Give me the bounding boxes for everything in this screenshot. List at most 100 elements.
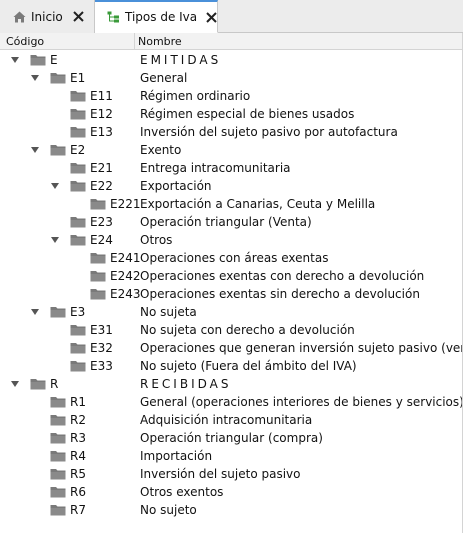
folder-icon — [70, 162, 86, 174]
row-name: Exportación — [140, 179, 212, 193]
column-header-code[interactable]: Código — [6, 35, 44, 48]
row-code: E — [50, 53, 58, 67]
tree-row[interactable]: E2 Exento — [0, 141, 463, 159]
tree-row[interactable]: E32 Operaciones que generan inversión suj… — [0, 339, 463, 357]
tree-row[interactable]: E11 Régimen ordinario — [0, 87, 463, 105]
tree-row[interactable]: E22 Exportación — [0, 177, 463, 195]
tree-row[interactable]: E12 Régimen especial de bienes usados — [0, 105, 463, 123]
folder-icon — [50, 432, 66, 444]
tree-row[interactable]: E23 Operación triangular (Venta) — [0, 213, 463, 231]
folder-icon — [90, 270, 106, 282]
tab-tipos-de-iva-label: Tipos de Iva — [125, 10, 198, 24]
row-name: Adquisición intracomunitaria — [140, 413, 313, 427]
folder-icon — [70, 108, 86, 120]
row-code: R4 — [70, 449, 86, 463]
tree-row[interactable]: R3 Operación triangular (compra) — [0, 429, 463, 447]
row-name: Operaciones exentas con derecho a devolu… — [140, 269, 425, 283]
row-name: Entrega intracomunitaria — [140, 161, 291, 175]
folder-icon — [50, 72, 66, 84]
tree-row[interactable]: E1 General — [0, 69, 463, 87]
row-code: E241 — [110, 251, 141, 265]
folder-icon — [50, 396, 66, 408]
tree-row[interactable]: R6 Otros exentos — [0, 483, 463, 501]
tree-row[interactable]: E241 Operaciones con áreas exentas — [0, 249, 463, 267]
tab-tipos-de-iva[interactable]: Tipos de Iva — [95, 0, 218, 33]
row-name: No sujeto — [140, 503, 197, 517]
row-name: Operaciones con áreas exentas — [140, 251, 329, 265]
row-code: E32 — [90, 341, 113, 355]
tree-row[interactable]: E24 Otros — [0, 231, 463, 249]
folder-icon — [90, 198, 106, 210]
home-icon — [12, 10, 26, 24]
row-name: Operación triangular (Venta) — [140, 215, 312, 229]
tree-row[interactable]: R4 Importación — [0, 447, 463, 465]
tab-inicio[interactable]: Inicio — [0, 0, 95, 33]
row-code: E2 — [70, 143, 86, 157]
row-code: E11 — [90, 89, 113, 103]
tree-row[interactable]: E242 Operaciones exentas con derecho a de… — [0, 267, 463, 285]
expand-arrow-icon[interactable] — [30, 308, 40, 316]
row-name: Operaciones que generan inversión sujeto… — [140, 341, 463, 355]
expand-arrow-icon[interactable] — [10, 56, 20, 64]
row-code: E22 — [90, 179, 113, 193]
row-name: RECIBIDAS — [140, 377, 232, 391]
tree-row[interactable]: E3 No sujeta — [0, 303, 463, 321]
row-name: No sujeta con derecho a devolución — [140, 323, 355, 337]
tree-row[interactable]: E13 Inversión del sujeto pasivo por autof… — [0, 123, 463, 141]
folder-icon — [70, 126, 86, 138]
folder-icon — [70, 180, 86, 192]
folder-icon — [50, 144, 66, 156]
folder-icon — [70, 234, 86, 246]
tree-row[interactable]: R1 General (operaciones interiores de bie… — [0, 393, 463, 411]
row-name: EMITIDAS — [140, 53, 222, 67]
row-name: Importación — [140, 449, 213, 463]
close-icon[interactable] — [72, 10, 86, 24]
expand-arrow-icon[interactable] — [30, 146, 40, 154]
close-icon[interactable] — [206, 10, 217, 24]
row-code: E23 — [90, 215, 113, 229]
row-code: E221 — [110, 197, 141, 211]
folder-icon — [70, 342, 86, 354]
folder-icon — [30, 378, 46, 390]
row-code: R3 — [70, 431, 86, 445]
tree-icon — [107, 10, 120, 24]
row-name: Otros — [140, 233, 173, 247]
folder-icon — [30, 54, 46, 66]
folder-icon — [70, 360, 86, 372]
folder-icon — [70, 216, 86, 228]
row-code: E3 — [70, 305, 86, 319]
expand-arrow-icon[interactable] — [30, 74, 40, 82]
tree-row[interactable]: R RECIBIDAS — [0, 375, 463, 393]
folder-icon — [90, 252, 106, 264]
row-code: E1 — [70, 71, 86, 85]
row-code: E21 — [90, 161, 113, 175]
row-code: E243 — [110, 287, 141, 301]
tree-row[interactable]: R7 No sujeto — [0, 501, 463, 519]
expand-arrow-icon[interactable] — [10, 380, 20, 388]
tree-row[interactable]: E243 Operaciones exentas sin derecho a de… — [0, 285, 463, 303]
column-header: Código Nombre — [0, 33, 463, 50]
tree-row[interactable]: R5 Inversión del sujeto pasivo — [0, 465, 463, 483]
column-header-name[interactable]: Nombre — [138, 35, 182, 48]
tree-row[interactable]: E EMITIDAS — [0, 51, 463, 69]
row-name: No sujeto (Fuera del ámbito del IVA) — [140, 359, 357, 373]
row-code: R2 — [70, 413, 86, 427]
row-code: E13 — [90, 125, 113, 139]
tree-row[interactable]: E21 Entrega intracomunitaria — [0, 159, 463, 177]
tree-row[interactable]: R2 Adquisición intracomunitaria — [0, 411, 463, 429]
folder-icon — [50, 414, 66, 426]
row-code: E31 — [90, 323, 113, 337]
row-name: General (operaciones interiores de biene… — [140, 395, 463, 409]
folder-icon — [70, 90, 86, 102]
tree-row[interactable]: E221 Exportación a Canarias, Ceuta y Meli… — [0, 195, 463, 213]
row-name: Régimen ordinario — [140, 89, 251, 103]
row-name: Exento — [140, 143, 182, 157]
expand-arrow-icon[interactable] — [50, 236, 60, 244]
tab-inicio-label: Inicio — [31, 9, 63, 24]
tree-row[interactable]: E33 No sujeto (Fuera del ámbito del IVA) — [0, 357, 463, 375]
row-code: E33 — [90, 359, 113, 373]
column-divider[interactable] — [134, 33, 135, 49]
expand-arrow-icon[interactable] — [50, 182, 60, 190]
row-name: Otros exentos — [140, 485, 224, 499]
tree-row[interactable]: E31 No sujeta con derecho a devolución — [0, 321, 463, 339]
